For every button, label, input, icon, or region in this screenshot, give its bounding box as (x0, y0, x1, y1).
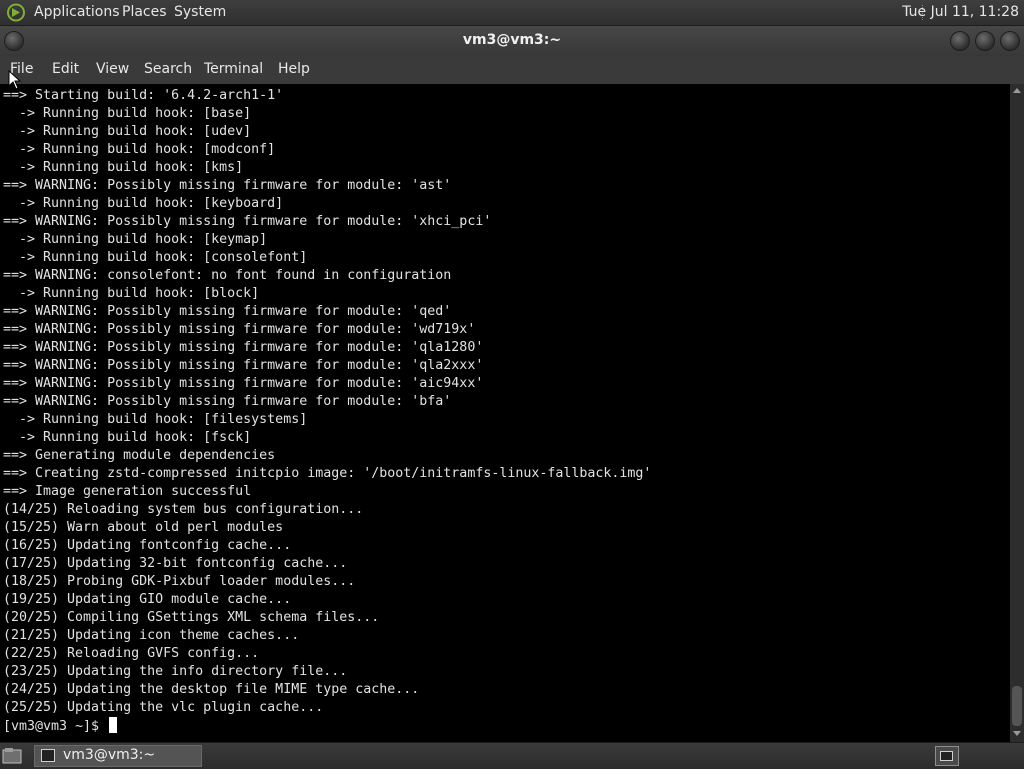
terminal-menubar: File Edit View Search Terminal Help (0, 56, 1024, 84)
terminal-line: (14/25) Reloading system bus configurati… (3, 502, 364, 517)
places-menu[interactable]: Places (122, 4, 167, 20)
terminal-line: -> Running build hook: [modconf] (3, 142, 276, 157)
close-button[interactable] (1000, 31, 1020, 51)
menu-edit[interactable]: Edit (52, 61, 79, 77)
terminal-line: ==> WARNING: Possibly missing firmware f… (3, 214, 492, 229)
terminal-prompt-line[interactable]: [vm3@vm3 ~]$ (3, 717, 651, 735)
terminal-line: (24/25) Updating the desktop file MIME t… (3, 682, 420, 697)
terminal-line: -> Running build hook: [consolefont] (3, 250, 308, 265)
mouse-pointer-icon (8, 70, 22, 90)
terminal-line: -> Running build hook: [base] (3, 106, 252, 121)
terminal-line: ==> Creating zstd-compressed initcpio im… (3, 466, 652, 481)
terminal-line: (19/25) Updating GIO module cache... (3, 592, 292, 607)
terminal-line: (17/25) Updating 32-bit fontconfig cache… (3, 556, 348, 571)
terminal-line: ==> WARNING: Possibly missing firmware f… (3, 358, 484, 373)
menu-view[interactable]: View (96, 61, 129, 77)
terminal-line: ==> WARNING: Possibly missing firmware f… (3, 376, 484, 391)
terminal-line: -> Running build hook: [filesystems] (3, 412, 308, 427)
terminal-area[interactable]: ==> Starting build: '6.4.2-arch1-1' -> R… (0, 84, 1010, 742)
applications-menu[interactable]: Applications (34, 4, 120, 20)
terminal-line: (20/25) Compiling GSettings XML schema f… (3, 610, 380, 625)
terminal-line: ==> WARNING: Possibly missing firmware f… (3, 178, 452, 193)
text-cursor (109, 717, 118, 733)
terminal-line: -> Running build hook: [keymap] (3, 232, 268, 247)
terminal-line: (22/25) Reloading GVFS config... (3, 646, 260, 661)
terminal-line: (15/25) Warn about old perl modules (3, 520, 284, 535)
terminal-line: (25/25) Updating the vlc plugin cache... (3, 700, 324, 715)
terminal-output: ==> Starting build: '6.4.2-arch1-1' -> R… (3, 87, 651, 735)
shell-prompt: [vm3@vm3 ~]$ (3, 719, 108, 734)
window-title: vm3@vm3:~ (462, 32, 562, 48)
workspace-window-thumbnail (940, 751, 953, 761)
scrollbar-thumb[interactable] (1012, 686, 1022, 726)
terminal-line: -> Running build hook: [keyboard] (3, 196, 284, 211)
top-panel: Applications Places System Tue Jul 11, 1… (0, 0, 1024, 26)
taskbar-window-label: vm3@vm3:~ (63, 747, 156, 763)
terminal-line: ==> WARNING: Possibly missing firmware f… (3, 304, 452, 319)
show-desktop-icon[interactable] (2, 747, 22, 764)
terminal-line: -> Running build hook: [fsck] (3, 430, 252, 445)
terminal-line: (23/25) Updating the info directory file… (3, 664, 348, 679)
distro-logo-icon[interactable] (6, 3, 26, 22)
terminal-line: ==> Image generation successful (3, 484, 252, 499)
scroll-up-arrow-icon[interactable] (1013, 88, 1021, 93)
terminal-line: -> Running build hook: [block] (3, 286, 260, 301)
terminal-line: ==> WARNING: Possibly missing firmware f… (3, 394, 452, 409)
workspace-switcher-icon[interactable] (935, 746, 959, 766)
menu-search[interactable]: Search (144, 61, 192, 77)
scroll-down-arrow-icon[interactable] (1013, 731, 1021, 736)
clock[interactable]: Tue Jul 11, 11:28 (902, 4, 1019, 20)
terminal-line: -> Running build hook: [udev] (3, 124, 252, 139)
taskbar-window-button[interactable]: vm3@vm3:~ (34, 745, 202, 767)
terminal-line: ==> Starting build: '6.4.2-arch1-1' (3, 88, 284, 103)
menu-terminal[interactable]: Terminal (204, 61, 263, 77)
terminal-line: ==> WARNING: consolefont: no font found … (3, 268, 452, 283)
terminal-line: (16/25) Updating fontconfig cache... (3, 538, 292, 553)
terminal-line: ==> WARNING: Possibly missing firmware f… (3, 322, 476, 337)
window-titlebar[interactable]: vm3@vm3:~ (0, 26, 1024, 56)
terminal-line: ==> Generating module dependencies (3, 448, 276, 463)
terminal-line: (18/25) Probing GDK-Pixbuf loader module… (3, 574, 356, 589)
terminal-line: (21/25) Updating icon theme caches... (3, 628, 300, 643)
terminal-line: ==> WARNING: Possibly missing firmware f… (3, 340, 484, 355)
terminal-icon (41, 749, 55, 762)
bottom-panel: vm3@vm3:~ (0, 742, 1024, 769)
vertical-scrollbar[interactable] (1010, 84, 1024, 742)
terminal-line: -> Running build hook: [kms] (3, 160, 244, 175)
maximize-button[interactable] (975, 31, 995, 51)
menu-help[interactable]: Help (278, 61, 310, 77)
system-menu[interactable]: System (174, 4, 226, 20)
minimize-button[interactable] (950, 31, 970, 51)
